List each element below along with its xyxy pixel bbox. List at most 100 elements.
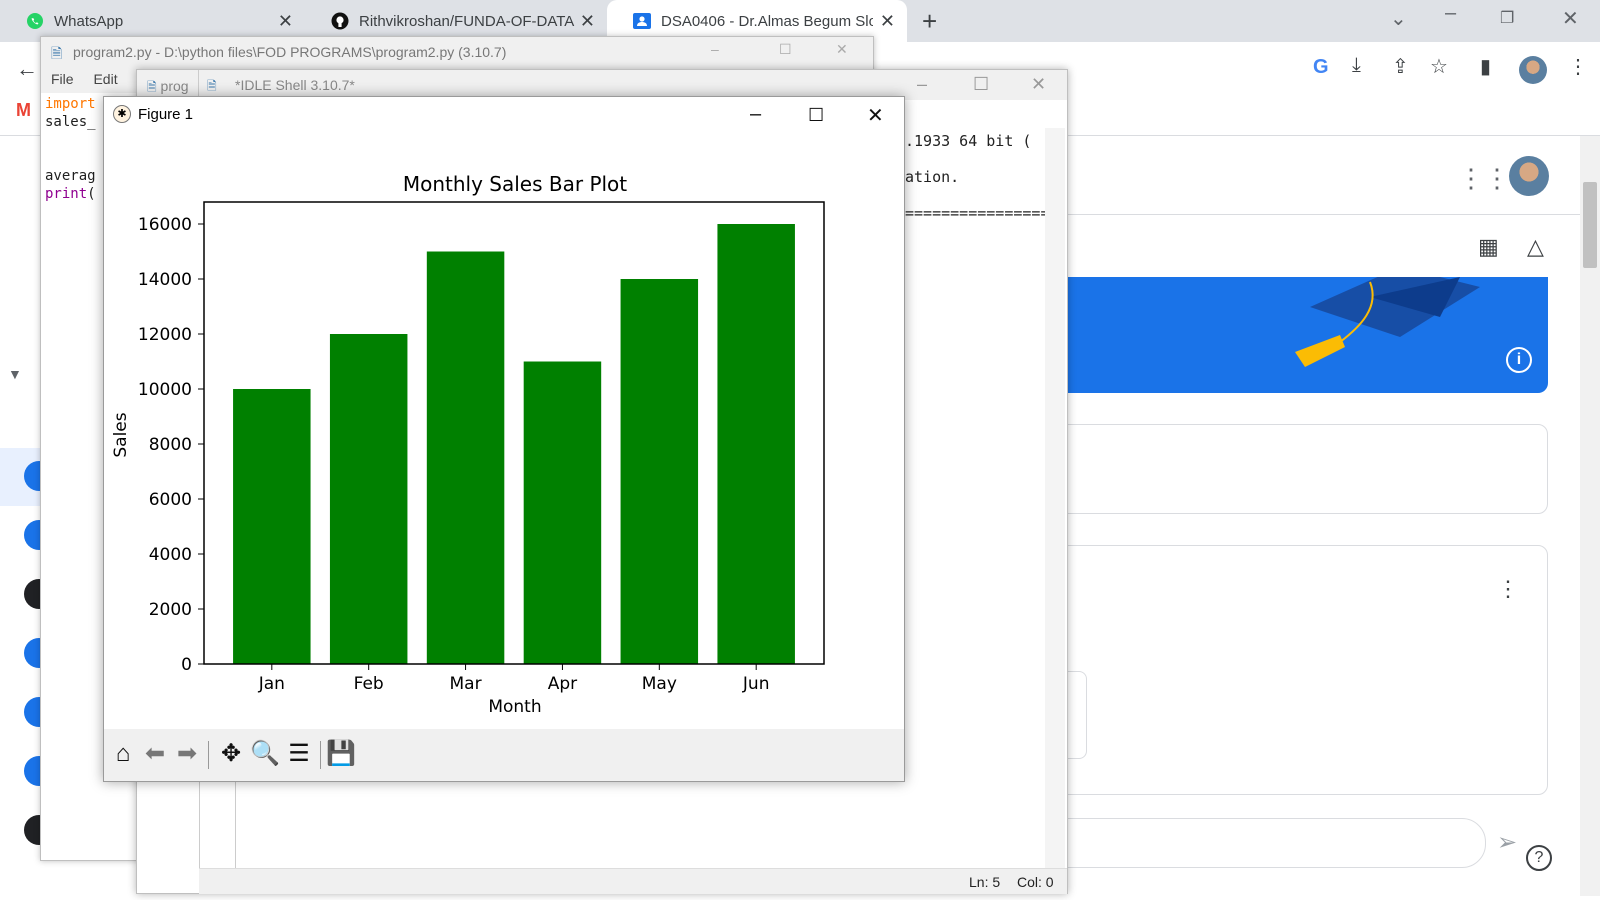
minimize-icon[interactable]: – <box>750 103 761 126</box>
x-tick-label: Apr <box>548 674 577 694</box>
y-tick-label: 2000 <box>149 600 192 620</box>
matplotlib-icon: ✱ <box>113 105 131 123</box>
google-icon[interactable]: G <box>1313 56 1329 79</box>
comment-input[interactable] <box>1040 818 1486 868</box>
shell-output-line: ation. <box>905 168 960 186</box>
menu-file[interactable]: File <box>51 71 74 87</box>
close-icon[interactable]: ✕ <box>867 103 884 128</box>
send-icon[interactable]: ➢ <box>1497 828 1517 857</box>
class-banner: i <box>1040 277 1548 393</box>
bar-apr <box>523 361 602 664</box>
save-icon[interactable]: 💾 <box>326 739 356 769</box>
bars-group <box>233 224 795 664</box>
code-text: sales_ <box>45 114 96 130</box>
editor-titlebar: 🗎 program2.py - D:\python files\FOD PROG… <box>41 37 873 65</box>
figure-titlebar: ✱ Figure 1 – ☐ ✕ <box>104 97 904 133</box>
install-icon[interactable]: ⤓ <box>1352 54 1361 77</box>
account-avatar[interactable] <box>1509 156 1549 196</box>
menu-kebab-icon[interactable]: ⋮ <box>1568 54 1588 79</box>
bar-mar <box>426 251 505 664</box>
tab-label: WhatsApp <box>54 12 124 30</box>
restore-icon[interactable]: ❐ <box>1500 8 1514 28</box>
maximize-icon[interactable]: ☐ <box>779 41 792 58</box>
zoom-icon[interactable]: 🔍 <box>250 739 280 769</box>
y-tick-label: 16000 <box>138 215 192 235</box>
home-icon[interactable]: ⌂ <box>108 739 138 769</box>
forward-icon[interactable]: ➡ <box>172 739 202 769</box>
tab-label: DSA0406 - Dr.Almas Begum Slot <box>661 12 873 30</box>
configure-icon[interactable]: ☰ <box>284 739 314 769</box>
code-keyword: import <box>45 96 96 112</box>
menu-edit[interactable]: Edit <box>93 71 117 87</box>
back-icon[interactable]: ← <box>16 56 38 82</box>
bar-jun <box>717 224 795 664</box>
back-icon[interactable]: ⬅ <box>140 739 170 769</box>
maximize-icon[interactable]: ☐ <box>808 105 824 126</box>
profile-avatar[interactable] <box>1519 56 1547 84</box>
github-icon <box>331 12 349 30</box>
close-icon[interactable]: ✕ <box>1031 74 1046 95</box>
close-icon[interactable]: ✕ <box>880 11 895 32</box>
whatsapp-icon <box>27 13 43 29</box>
close-window-icon[interactable]: ✕ <box>1562 6 1579 31</box>
info-icon[interactable]: i <box>1506 347 1532 373</box>
y-tick-label: 6000 <box>149 490 192 510</box>
calendar-icon[interactable]: ▦ <box>1478 234 1499 260</box>
classroom-icon <box>633 13 651 29</box>
header-divider <box>1040 214 1580 215</box>
shell-output-line: .1933 64 bit ( <box>905 132 1032 150</box>
figure-toolbar: ⌂ ⬅ ➡ ✥ 🔍 ☰ 💾 <box>104 729 904 781</box>
pan-icon[interactable]: ✥ <box>216 739 246 769</box>
scrollbar-thumb[interactable] <box>1583 182 1597 268</box>
x-tick-label: Mar <box>450 674 482 694</box>
figure-title: Figure 1 <box>138 106 194 123</box>
bookmark-star-icon[interactable]: ☆ <box>1430 54 1448 79</box>
tab-label: Rithvikroshan/FUNDA-OF-DATA <box>359 12 575 30</box>
x-tick-label: Jan <box>258 674 285 694</box>
shell-scrollbar[interactable] <box>1045 128 1065 868</box>
tab-search-icon[interactable]: ⌄ <box>1390 6 1407 31</box>
python-icon: 🗎 <box>147 80 157 94</box>
code-text: ( <box>87 186 96 202</box>
caret-down-icon[interactable]: ▼ <box>8 366 22 382</box>
post-card: ⋮ <box>1039 545 1548 795</box>
close-icon[interactable]: ✕ <box>278 11 293 32</box>
status-line: Ln: 5 <box>969 874 1001 890</box>
help-icon[interactable]: ? <box>1526 845 1552 871</box>
shell-title: *IDLE Shell 3.10.7* <box>235 77 355 93</box>
maximize-icon[interactable]: ☐ <box>973 74 989 95</box>
y-tick-label: 0 <box>181 655 192 675</box>
toolbar-separator <box>320 741 321 769</box>
y-ticks-group: 0 2000 4000 6000 8000 10000 12000 14000 16000 <box>138 215 204 675</box>
bar-jan <box>233 389 311 664</box>
drive-icon[interactable]: △ <box>1527 234 1544 260</box>
figure-window: ✱ Figure 1 – ☐ ✕ Monthly Sales Bar Plot … <box>103 96 905 782</box>
share-icon[interactable]: ⇪ <box>1392 54 1409 79</box>
close-icon[interactable]: ✕ <box>580 11 595 32</box>
minimize-icon[interactable]: – <box>1445 2 1456 25</box>
close-icon[interactable]: ✕ <box>836 41 848 58</box>
new-tab-button[interactable]: + <box>922 6 937 37</box>
y-tick-label: 14000 <box>138 270 192 290</box>
minimize-icon[interactable]: – <box>711 41 719 57</box>
page-scrollbar[interactable] <box>1580 136 1600 896</box>
x-tick-label: Feb <box>354 674 384 694</box>
more-options-icon[interactable]: ⋮ <box>1497 576 1519 602</box>
gmail-icon[interactable]: M <box>16 100 31 121</box>
page-left-rail: ▼ <box>0 136 54 900</box>
announcement-card[interactable] <box>1040 424 1548 514</box>
side-panel-icon[interactable]: ▮ <box>1480 54 1491 79</box>
chart-title: Monthly Sales Bar Plot <box>403 172 627 196</box>
y-tick-label: 10000 <box>138 380 192 400</box>
prog-window-label: prog <box>160 78 189 94</box>
bar-may <box>620 279 699 664</box>
python-icon: 🗎 <box>51 45 63 61</box>
bar-chart[interactable]: Monthly Sales Bar Plot Month Sales 0 2000… <box>104 133 904 729</box>
shell-output-line: ================ <box>905 204 1050 222</box>
bar-feb <box>329 334 408 664</box>
code-text: averag <box>45 168 96 184</box>
status-col: Col: 0 <box>1017 874 1054 890</box>
code-builtin: print <box>45 186 88 202</box>
minimize-icon[interactable]: – <box>917 74 927 95</box>
x-tick-label: Jun <box>742 674 770 694</box>
